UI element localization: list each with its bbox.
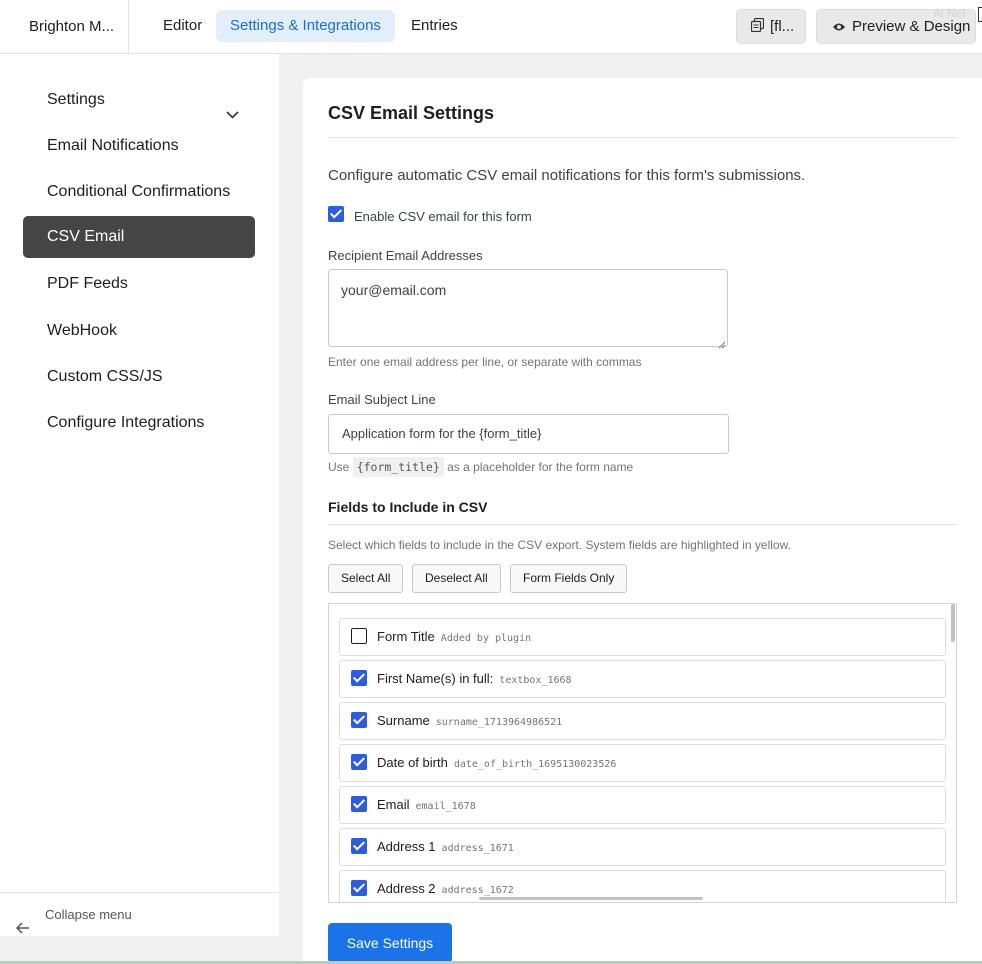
field-checkbox[interactable] [351,796,367,812]
field-checkbox[interactable] [351,670,367,686]
deselect-all-button[interactable]: Deselect All [412,564,501,593]
field-name: Email [377,797,410,812]
field-row[interactable]: Date of birth date_of_birth_1695130023526 [339,744,946,782]
sidebar-item-label: Conditional Confirmations [47,183,231,200]
field-row[interactable]: Address 1 address_1671 [339,828,946,866]
corner-bracket [978,7,982,22]
fields-section-title: Fields to Include in CSV [328,499,488,515]
field-row[interactable]: First Name(s) in full: textbox_1668 [339,660,946,698]
field-checkbox[interactable] [351,880,367,896]
field-name: Date of birth [377,755,448,770]
sidebar-item-label: CSV Email [47,228,125,245]
subject-label: Email Subject Line [328,392,436,407]
subject-help: Use {form_title} as a placeholder for th… [328,457,634,477]
field-checkbox[interactable] [351,712,367,728]
enable-csv-label[interactable]: Enable CSV email for this form [354,209,532,224]
settings-sidebar: Settings Email Notifications Conditional… [0,54,279,936]
horizontal-scrollbar[interactable] [479,897,703,900]
page-title: CSV Email Settings [328,103,495,123]
sidebar-item-label: Email Notifications [47,137,179,154]
collapse-menu-label: Collapse menu [45,907,132,922]
sidebar-item-custom-css-js[interactable]: Custom CSS/JS [23,356,255,398]
shortcode-button[interactable]: [fl... [736,9,806,44]
sidebar-item-email-notifications[interactable]: Email Notifications [23,125,255,167]
arrow-left-icon [15,908,30,952]
field-name: First Name(s) in full: [377,671,494,686]
field-name: Address 2 [377,881,436,896]
fields-list[interactable]: Form Title Added by plugin First Name(s) … [328,603,957,903]
preview-design-label: Preview & Design [852,18,971,35]
divider [328,137,957,138]
copy-icon [750,11,765,44]
field-id: email_1678 [415,801,476,812]
eye-icon [832,11,846,44]
field-row[interactable]: Form Title Added by plugin [339,618,946,656]
settings-description: Configure automatic CSV email notificati… [328,167,806,184]
vertical-scrollbar[interactable] [951,604,955,642]
form-name[interactable]: Brighton M... [0,0,129,53]
placeholder-code: {form_title} [352,457,444,477]
field-checkbox[interactable] [351,754,367,770]
sidebar-item-csv-email[interactable]: CSV Email [23,216,255,258]
sidebar-item-label: WebHook [47,322,117,339]
recipients-value: your@email.com [341,282,447,298]
tab-settings-integrations[interactable]: Settings & Integrations [216,10,395,42]
recipients-help: Enter one email address per line, or sep… [328,355,642,369]
resize-grip-icon[interactable] [717,336,726,349]
divider [328,524,957,525]
subject-help-prefix: Use [328,460,350,474]
tab-entries[interactable]: Entries [397,10,472,42]
form-fields-only-button[interactable]: Form Fields Only [510,564,628,593]
recipients-textarea[interactable]: your@email.com [328,269,728,349]
sidebar-item-label: PDF Feeds [47,275,128,292]
tab-editor[interactable]: Editor [149,10,216,42]
subject-help-suffix: as a placeholder for the form name [447,460,634,474]
field-checkbox[interactable] [351,628,367,644]
csv-email-settings-card: CSV Email Settings Configure automatic C… [303,78,982,964]
field-name: Surname [377,713,430,728]
field-name: Address 1 [377,839,436,854]
sidebar-item-configure-integrations[interactable]: Configure Integrations [23,402,255,444]
recipients-label: Recipient Email Addresses [328,248,483,263]
select-all-button[interactable]: Select All [328,564,404,593]
sidebar-item-conditional-confirmations[interactable]: Conditional Confirmations [23,171,255,213]
top-bar: Brighton M... Editor Settings & Integrat… [0,0,982,54]
field-id: surname_1713964986521 [435,717,563,728]
fields-help: Select which fields to include in the CS… [328,538,791,552]
field-name: Form Title [377,629,435,644]
field-id: date_of_birth_1695130023526 [453,759,617,770]
field-id: address_1671 [441,843,514,854]
sidebar-item-webhook[interactable]: WebHook [23,310,255,352]
sidebar-item-label: Settings [47,91,105,108]
sidebar-item-label: Configure Integrations [47,414,205,431]
enable-csv-checkbox[interactable] [328,206,344,222]
save-settings-button[interactable]: Save Settings [328,923,452,963]
field-row[interactable]: Surname surname_1713964986521 [339,702,946,740]
corner-text: Al Nel [933,6,966,20]
sidebar-item-pdf-feeds[interactable]: PDF Feeds [23,263,255,305]
field-id: address_1672 [441,885,514,896]
subject-input[interactable]: Application form for the {form_title} [328,414,729,454]
field-id: textbox_1668 [499,675,572,686]
collapse-menu-button[interactable]: Collapse menu [0,892,279,936]
sidebar-item-settings[interactable]: Settings [23,79,255,121]
field-checkbox[interactable] [351,838,367,854]
sidebar-item-label: Custom CSS/JS [47,368,163,385]
field-id: Added by plugin [440,633,532,644]
subject-value: Application form for the {form_title} [342,426,542,441]
shortcode-label: [fl... [770,18,795,35]
field-row[interactable]: Email email_1678 [339,786,946,824]
